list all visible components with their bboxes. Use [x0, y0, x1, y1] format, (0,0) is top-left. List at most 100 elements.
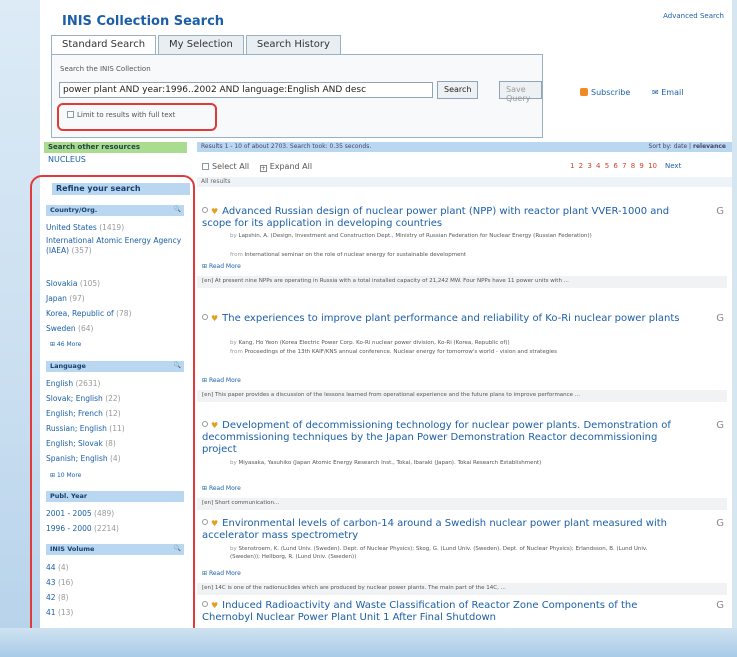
facet-item[interactable]: Japan (97) — [46, 294, 182, 304]
sort-label: Sort by: — [648, 143, 672, 150]
result-title-text[interactable]: The experiences to improve plant perform… — [222, 313, 679, 324]
fulltext-highlight: Limit to results with full text — [57, 103, 217, 131]
expand-icon[interactable]: + — [259, 165, 267, 172]
star-icon[interactable]: ♥ — [211, 601, 218, 610]
star-icon[interactable]: ♥ — [211, 314, 218, 323]
facet-item[interactable]: Sweden (64) — [46, 324, 182, 334]
facet-country-label: Country/Org. — [50, 206, 98, 214]
search-icon[interactable]: 🔍 — [174, 545, 181, 552]
sort-options: Sort by: date | relevance — [648, 143, 726, 150]
star-icon[interactable]: ♥ — [211, 421, 218, 430]
facet-item[interactable]: English; French (12) — [46, 409, 182, 419]
facet-item[interactable]: 41 (13) — [46, 608, 182, 618]
facet-item[interactable]: English (2631) — [46, 379, 182, 389]
facet-item[interactable]: Slovak; English (22) — [46, 394, 182, 404]
read-more-label: Read More — [208, 263, 241, 270]
fulltext-option[interactable]: Limit to results with full text — [67, 111, 175, 119]
fulltext-checkbox[interactable] — [67, 111, 74, 118]
advanced-search-link[interactable]: Advanced Search — [663, 12, 724, 20]
email-label: Email — [661, 88, 684, 97]
star-icon[interactable]: ♥ — [211, 207, 218, 216]
read-more-link[interactable]: ⊞ Read More — [202, 570, 241, 577]
search-panel: Search the INIS Collection power plant A… — [51, 54, 543, 138]
tab-search-history[interactable]: Search History — [245, 35, 341, 54]
refine-heading: Refine your search — [52, 183, 190, 195]
tab-standard-search[interactable]: Standard Search — [51, 35, 157, 55]
result-title-text[interactable]: Development of decommissioning technolog… — [202, 420, 671, 455]
result-authors: by Kang, Ho Yeon (Korea Electric Power C… — [230, 339, 650, 347]
page-links[interactable]: 1 2 3 4 5 6 7 8 9 10 — [570, 162, 657, 170]
facet-item[interactable]: Slovakia (105) — [46, 279, 182, 289]
subscribe-link[interactable]: Subscribe — [580, 88, 630, 97]
result-snippet: [en] 14C is one of the radionuclides whi… — [197, 583, 727, 595]
facet-item[interactable]: Spanish; English (4) — [46, 454, 182, 464]
facet-count: (8) — [105, 439, 116, 448]
search-input[interactable]: power plant AND year:1996..2002 AND lang… — [59, 82, 433, 98]
facet-item[interactable]: 2001 - 2005 (489) — [46, 509, 182, 519]
select-checkbox[interactable] — [202, 207, 208, 213]
facet-item[interactable]: 43 (16) — [46, 578, 182, 588]
facet-item[interactable]: 44 (4) — [46, 563, 182, 573]
select-checkbox[interactable] — [202, 421, 208, 427]
from-label: from — [230, 349, 243, 355]
facet-item[interactable]: Russian; English (11) — [46, 424, 182, 434]
expand-all-link[interactable]: Expand All — [270, 162, 312, 171]
facet-more-link[interactable]: ⊞ 46 More — [50, 341, 81, 348]
result-title[interactable]: ♥ Development of decommissioning technolo… — [202, 420, 682, 456]
facet-item[interactable]: Korea, Republic of (78) — [46, 309, 182, 319]
email-link[interactable]: ✉ Email — [652, 88, 683, 97]
sort-date-link[interactable]: date — [674, 143, 688, 150]
facet-count: (11) — [109, 424, 125, 433]
result-title[interactable]: ♥ The experiences to improve plant perfor… — [202, 313, 682, 325]
next-page-link[interactable]: Next — [665, 162, 681, 170]
select-all-checkbox[interactable] — [202, 163, 209, 170]
sort-relevance-link[interactable]: relevance — [693, 143, 726, 150]
facet-label: 41 — [46, 608, 56, 617]
save-query-button[interactable]: Save Query — [499, 81, 542, 103]
read-more-label: Read More — [208, 570, 241, 577]
facet-item[interactable]: 1996 - 2000 (2214) — [46, 524, 182, 534]
result-title[interactable]: ♥ Advanced Russian design of nuclear powe… — [202, 206, 682, 230]
result-title-text[interactable]: Advanced Russian design of nuclear power… — [202, 206, 669, 229]
by-label: by — [230, 546, 237, 552]
search-button[interactable]: Search — [437, 81, 479, 99]
search-icon[interactable]: 🔍 — [174, 362, 181, 369]
facet-item[interactable]: United States (1419) — [46, 223, 182, 233]
result-authors: by Stenstroem, K. (Lund Univ. (Sweden). … — [230, 545, 650, 561]
facet-label: 2001 - 2005 — [46, 509, 92, 518]
read-more-link[interactable]: ⊞ Read More — [202, 485, 241, 492]
facet-label: English; Slovak — [46, 439, 103, 448]
google-icon[interactable]: G — [716, 313, 724, 324]
select-all-label[interactable]: Select All — [212, 162, 249, 171]
tab-my-selection[interactable]: My Selection — [158, 35, 244, 54]
facet-item[interactable]: English; Slovak (8) — [46, 439, 182, 449]
facet-item[interactable]: 42 (8) — [46, 593, 182, 603]
result-title-text[interactable]: Environmental levels of carbon-14 around… — [202, 518, 667, 541]
select-checkbox[interactable] — [202, 314, 208, 320]
facet-count: (357) — [71, 246, 92, 255]
read-more-link[interactable]: ⊞ Read More — [202, 377, 241, 384]
search-icon[interactable]: 🔍 — [174, 206, 181, 213]
result-title-text[interactable]: Induced Radioactivity and Waste Classifi… — [202, 600, 637, 623]
facet-item[interactable]: International Atomic Energy Agency (IAEA… — [46, 236, 182, 256]
google-icon[interactable]: G — [716, 206, 724, 217]
source-text: Proceedings of the 13th KAIF/KNS annual … — [244, 349, 557, 355]
star-icon[interactable]: ♥ — [211, 519, 218, 528]
subscribe-label: Subscribe — [591, 88, 631, 97]
google-icon[interactable]: G — [716, 600, 724, 611]
read-more-link[interactable]: ⊞ Read More — [202, 263, 241, 270]
google-icon[interactable]: G — [716, 420, 724, 431]
page-background-bottom — [0, 628, 737, 657]
select-checkbox[interactable] — [202, 519, 208, 525]
more-label: 10 More — [56, 472, 82, 479]
select-checkbox[interactable] — [202, 601, 208, 607]
google-icon[interactable]: G — [716, 518, 724, 529]
facet-label: Sweden — [46, 324, 76, 333]
facet-more-link[interactable]: ⊞ 10 More — [50, 472, 81, 479]
result-title[interactable]: ♥ Induced Radioactivity and Waste Classif… — [202, 600, 682, 624]
fulltext-label: Limit to results with full text — [77, 111, 176, 119]
more-label: 46 More — [56, 341, 82, 348]
other-resource-nucleus[interactable]: NUCLEUS — [48, 155, 86, 164]
result-title[interactable]: ♥ Environmental levels of carbon-14 aroun… — [202, 518, 682, 542]
facet-label: English — [46, 379, 74, 388]
